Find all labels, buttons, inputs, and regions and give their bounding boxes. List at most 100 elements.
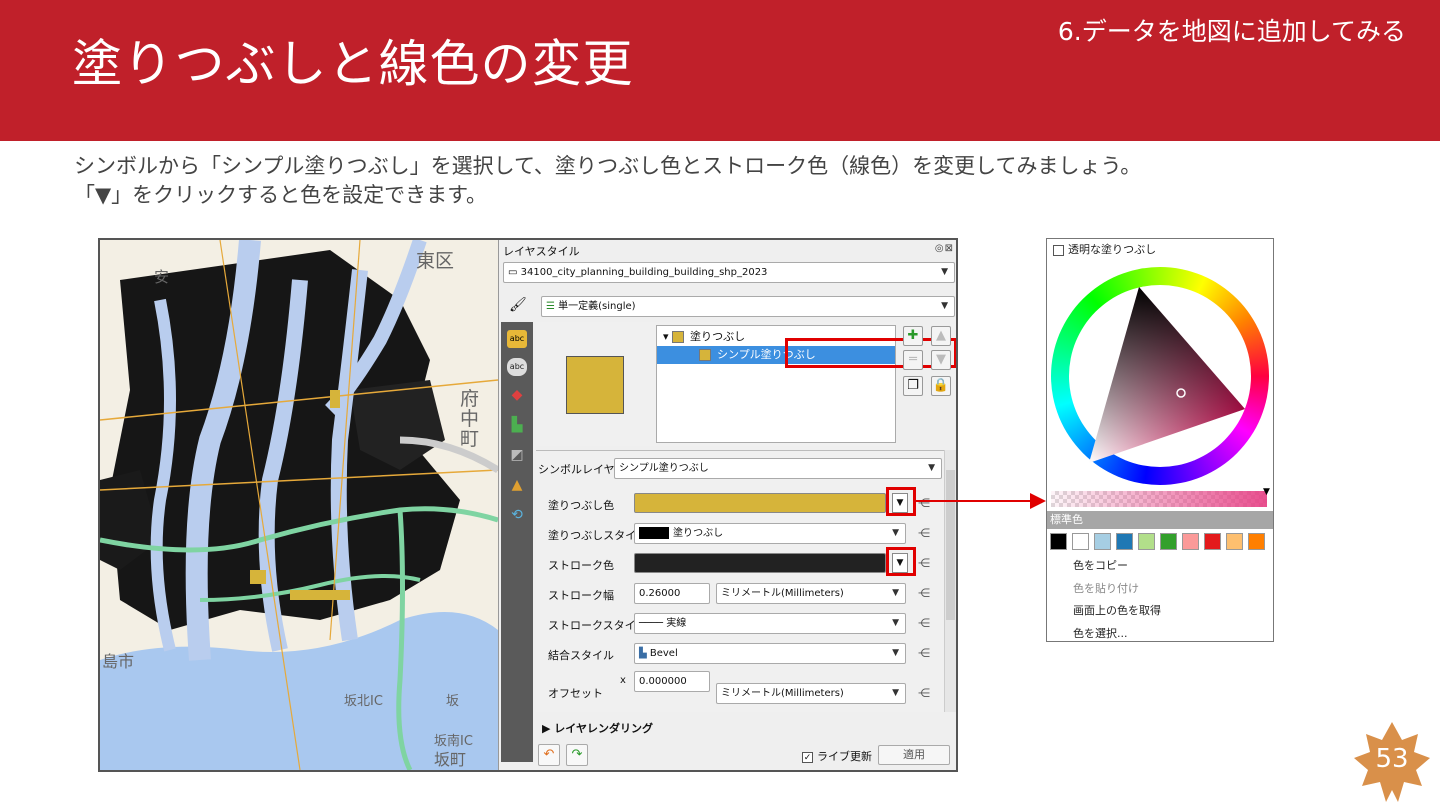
stroke-width-unit-select[interactable]: ミリメートル(Millimeters) ▼	[716, 583, 906, 604]
diagrams-icon[interactable]: ▙	[507, 416, 527, 434]
page-number: 53	[1375, 744, 1409, 774]
menu-pick-screen-color[interactable]: 画面上の色を取得	[1073, 604, 1161, 618]
paintbrush-icon[interactable]: 🖌	[509, 297, 527, 313]
live-update-checkbox[interactable]: ✓	[802, 751, 813, 763]
renderer-select[interactable]: ☰ 単一定義(single) ▼	[541, 296, 955, 317]
std-color-black[interactable]	[1050, 533, 1067, 550]
std-color-blue[interactable]	[1116, 533, 1133, 550]
fields-icon[interactable]: ◩	[507, 446, 527, 464]
redo-icon[interactable]: ↷	[566, 744, 588, 766]
symbol-layer-type-select[interactable]: シンプル塗りつぶし ▼	[614, 458, 942, 479]
map-label-6: 島市	[102, 652, 135, 671]
menu-copy-color[interactable]: 色をコピー	[1073, 559, 1128, 573]
arrow-line	[916, 500, 1044, 502]
history-icon[interactable]: ⟲	[507, 506, 527, 524]
layer-name: 34100_city_planning_building_building_sh…	[520, 267, 768, 278]
data-defined-icon[interactable]: ⋲	[916, 525, 932, 541]
data-defined-icon[interactable]: ⋲	[916, 685, 932, 701]
color-picker-popup: 透明な塗りつぶし ▼ 標準色 色をコピー 色を貼り付け 画面上の色を取得 色を選…	[1046, 238, 1274, 642]
remove-layer-icon[interactable]: ═	[903, 350, 923, 370]
labels-icon[interactable]: abc	[507, 330, 527, 348]
stroke-width-input[interactable]: 0.26000	[634, 583, 710, 604]
offset-label: オフセット	[548, 687, 603, 700]
solid-line-icon: ────	[639, 618, 667, 629]
slide-title: 塗りつぶしと線色の変更	[72, 35, 634, 93]
3d-view-icon[interactable]: ◆	[507, 386, 527, 404]
data-defined-icon[interactable]: ⋲	[916, 615, 932, 631]
opacity-marker-icon[interactable]: ▼	[1263, 487, 1270, 497]
offset-x-input[interactable]: 0.000000	[634, 671, 710, 692]
map-label-10: 坂町	[434, 750, 467, 769]
color-wheel-center	[1069, 285, 1251, 467]
window-buttons[interactable]: ◎⊠	[935, 243, 954, 254]
map-label-7: 坂北IC	[344, 694, 383, 709]
fill-style-swatch	[639, 527, 669, 539]
std-color-light-orange[interactable]	[1226, 533, 1243, 550]
add-layer-icon[interactable]: ✚	[903, 326, 923, 346]
data-defined-icon[interactable]: ⋲	[916, 495, 932, 511]
data-defined-icon[interactable]: ⋲	[916, 645, 932, 661]
std-color-light-blue[interactable]	[1094, 533, 1111, 550]
layer-rendering-toggle[interactable]: ▶ レイヤレンダリング	[542, 720, 653, 736]
stroke-width-label: ストローク幅	[548, 589, 614, 602]
menu-paste-color[interactable]: 色を貼り付け	[1073, 582, 1139, 596]
chevron-down-icon: ▼	[892, 588, 899, 598]
page-number-badge: 53	[1352, 720, 1432, 804]
move-up-icon[interactable]: ▲	[931, 326, 951, 346]
qgis-screenshot: 東区 安 府 中 町 島市 坂北IC 坂 坂南IC 坂町 レイヤスタイル ◎⊠ …	[98, 238, 958, 772]
tree-expand-icon[interactable]: ▾	[663, 330, 669, 343]
data-defined-icon[interactable]: ⋲	[916, 555, 932, 571]
masks-icon[interactable]: abc	[507, 358, 527, 376]
highlight-stroke-color-dropdown	[886, 547, 916, 576]
opacity-slider[interactable]	[1051, 491, 1267, 507]
std-color-red[interactable]	[1204, 533, 1221, 550]
panel-title: レイヤスタイル	[503, 245, 580, 258]
std-color-orange[interactable]	[1248, 533, 1265, 550]
undo-icon[interactable]: ↶	[538, 744, 560, 766]
chevron-down-icon: ▼	[892, 648, 899, 658]
data-defined-icon[interactable]: ⋲	[916, 585, 932, 601]
symbol-properties: シンボルレイヤ型 シンプル塗りつぶし ▼ 塗りつぶし色 ▼ ⋲ 塗りつぶしスタイ…	[536, 450, 946, 712]
stroke-color-label: ストローク色	[548, 559, 614, 572]
highlight-fill-color-dropdown	[886, 487, 916, 516]
std-color-green[interactable]	[1160, 533, 1177, 550]
color-triangle-svg[interactable]	[1069, 285, 1251, 467]
transparent-fill-checkbox[interactable]	[1053, 244, 1064, 256]
duplicate-icon[interactable]: ❐	[903, 376, 923, 396]
fill-style-select[interactable]: 塗りつぶし ▼	[634, 523, 906, 544]
stroke-color-button[interactable]	[634, 553, 886, 573]
lock-icon[interactable]: 🔒	[931, 376, 951, 396]
renderer-icon: ☰	[546, 301, 559, 312]
menu-choose-color[interactable]: 色を選択...	[1073, 627, 1128, 641]
panel-footer: ▶ レイヤレンダリング ↶ ↷ ✓ ライブ更新 適用	[536, 712, 956, 770]
std-color-white[interactable]	[1072, 533, 1089, 550]
map-drawing	[100, 240, 498, 770]
color-wheel[interactable]	[1051, 267, 1269, 485]
join-style-select[interactable]: ▙ Bevel ▼	[634, 643, 906, 664]
section-label: 6.データを地図に追加してみる	[1057, 17, 1406, 46]
symbol-layer-type-label: シンボルレイヤ型	[538, 463, 626, 476]
offset-unit-select[interactable]: ミリメートル(Millimeters) ▼	[716, 683, 906, 704]
renderer-value: 単一定義(single)	[558, 301, 636, 312]
bevel-join-icon: ▙	[639, 648, 650, 659]
live-update-toggle[interactable]: ✓ ライブ更新	[802, 748, 872, 764]
scrollbar-thumb[interactable]	[946, 470, 955, 620]
move-down-icon[interactable]: ▼	[931, 350, 951, 370]
transparent-fill-option[interactable]: 透明な塗りつぶし	[1053, 243, 1156, 257]
properties-scrollbar[interactable]	[944, 450, 956, 712]
map-canvas[interactable]: 東区 安 府 中 町 島市 坂北IC 坂 坂南IC 坂町	[100, 240, 498, 770]
symbol-layer-type-value: シンプル塗りつぶし	[619, 463, 709, 474]
fill-style-label: 塗りつぶしスタイル	[548, 529, 648, 542]
map-label-2: 安	[154, 268, 170, 286]
apply-button[interactable]: 適用	[878, 745, 950, 765]
layer-select[interactable]: ▭ 34100_city_planning_building_building_…	[503, 262, 955, 283]
std-color-pink[interactable]	[1182, 533, 1199, 550]
fill-color-button[interactable]	[634, 493, 886, 513]
rendering-icon[interactable]: ▲	[507, 476, 527, 494]
layer-icon: ▭	[508, 267, 521, 278]
std-color-light-green[interactable]	[1138, 533, 1155, 550]
layer-rendering-label: レイヤレンダリング	[554, 722, 653, 735]
fill-style-value: 塗りつぶし	[673, 528, 724, 539]
map-label-5: 町	[460, 428, 480, 450]
stroke-style-select[interactable]: ──── 実線 ▼	[634, 613, 906, 634]
